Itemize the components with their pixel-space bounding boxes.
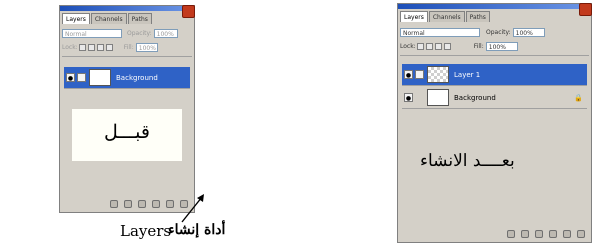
lock-transparency-icon[interactable] <box>416 42 424 50</box>
eye-icon[interactable]: ● <box>404 70 413 79</box>
tab-paths[interactable]: Paths <box>465 11 490 22</box>
lock-all-icon[interactable] <box>443 42 451 50</box>
layer-thumbnail <box>427 89 449 106</box>
layer-name: Layer 1 <box>454 70 481 79</box>
brush-slot <box>415 93 424 102</box>
tab-channels[interactable]: Channels <box>428 11 465 22</box>
layer-name: Background <box>454 93 496 102</box>
lock-icon: 🔒 <box>574 93 583 102</box>
palette-titlebar[interactable] <box>398 4 591 9</box>
adjustment-layer-icon[interactable] <box>549 230 557 238</box>
lock-image-icon[interactable] <box>425 42 433 50</box>
palette-bottom-bar <box>400 228 589 240</box>
brush-icon <box>415 70 424 79</box>
new-layer-icon[interactable] <box>563 230 571 238</box>
lock-row: Lock: Fill: 100% <box>400 40 589 52</box>
blend-row: Normal Opacity: 100% <box>400 26 589 38</box>
layer-row-background[interactable]: ● Background 🔒 <box>402 87 587 109</box>
link-layers-icon[interactable] <box>507 230 515 238</box>
layer-mask-icon[interactable] <box>535 230 543 238</box>
fill-field[interactable]: 100% <box>485 41 518 51</box>
fill-label: Fill: <box>473 42 484 50</box>
blend-mode-select[interactable]: Normal <box>400 27 480 37</box>
opacity-field[interactable]: 100% <box>512 27 545 37</box>
layer-row-layer1[interactable]: ● Layer 1 <box>402 64 587 86</box>
opacity-label: Opacity: <box>486 28 511 36</box>
tab-layers[interactable]: Layers <box>400 11 428 22</box>
lock-label: Lock: <box>400 42 416 50</box>
layers-palette-after: Layers Channels Paths Normal Opacity: 10… <box>397 3 592 243</box>
after-label: بعــــد الانشاء <box>420 151 515 171</box>
new-layer-arrow <box>181 194 204 223</box>
trash-icon[interactable] <box>577 230 585 238</box>
palette-tabs: Layers Channels Paths <box>400 11 589 22</box>
lock-position-icon[interactable] <box>434 42 442 50</box>
layers-list: ● Layer 1 ● Background 🔒 بعــــد الانشاء <box>400 55 589 226</box>
eye-icon[interactable]: ● <box>404 93 413 102</box>
layer-style-icon[interactable] <box>521 230 529 238</box>
layer-thumbnail <box>427 66 449 83</box>
